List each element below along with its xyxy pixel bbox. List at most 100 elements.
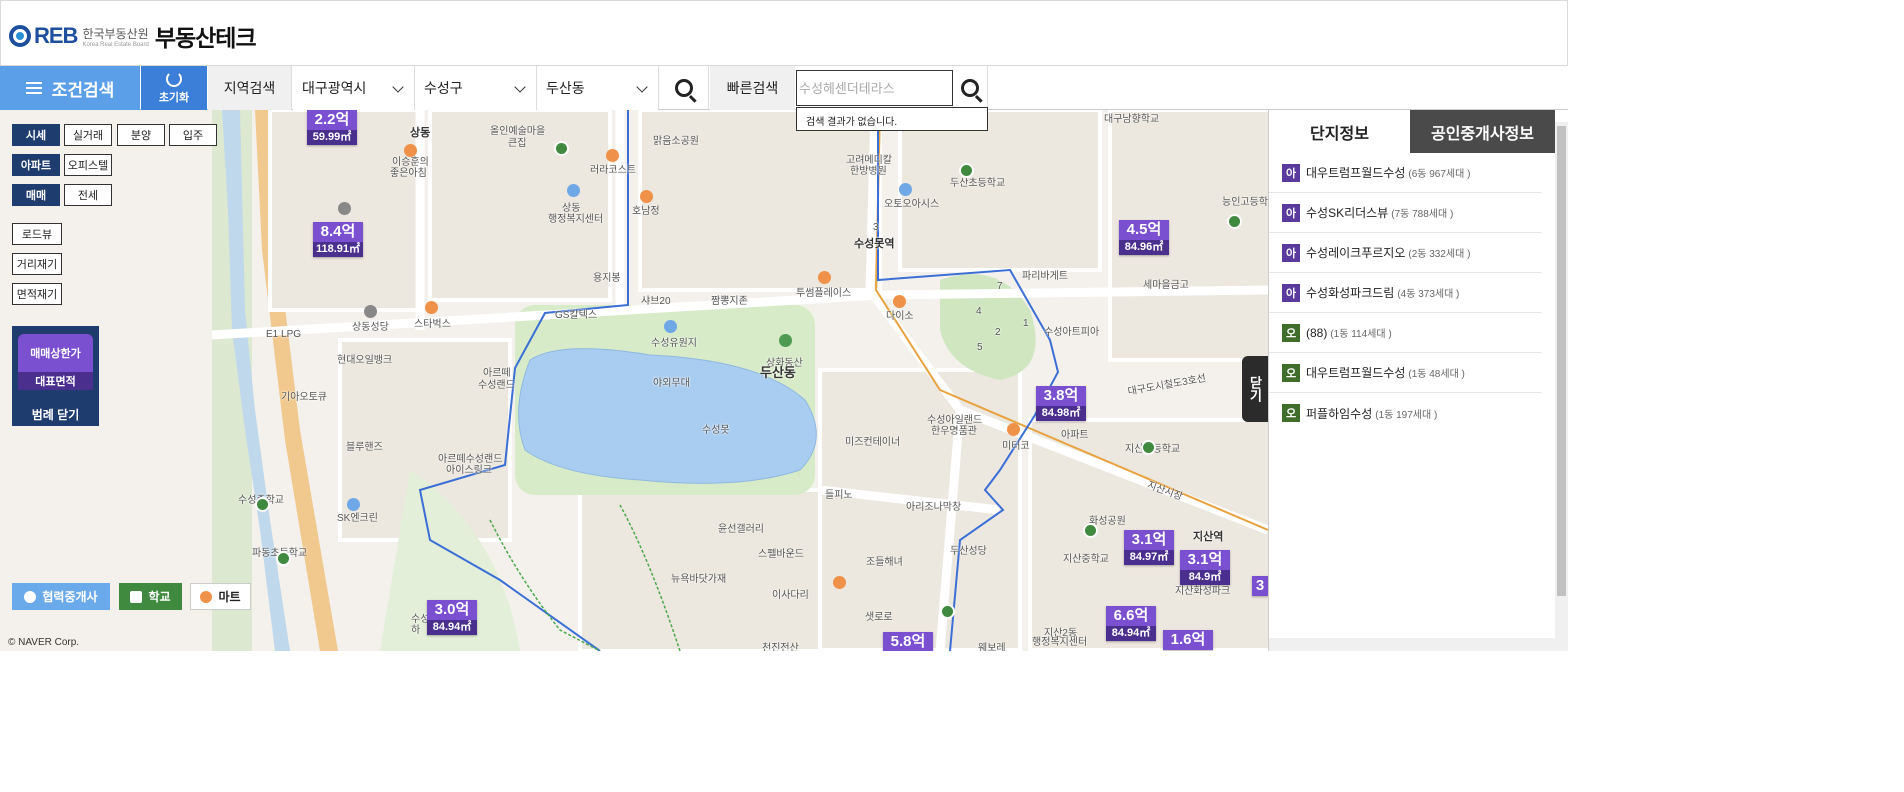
logo[interactable]: REB 한국부동산원 Korea Real Estate Board 부동산테크 (9, 21, 257, 51)
quick-search-input[interactable] (796, 70, 953, 106)
quick-search-button[interactable] (953, 66, 988, 110)
complex-list-item[interactable]: 아 수성화성파크드림 (4동 373세대 ) (1269, 273, 1541, 313)
park-icon[interactable] (664, 320, 677, 333)
church-icon[interactable] (364, 305, 377, 318)
price-marker[interactable]: 3 (1252, 576, 1268, 596)
cafe-icon[interactable] (833, 576, 846, 589)
map-label: 한우명품관 (931, 426, 977, 437)
car-service-icon[interactable] (899, 183, 912, 196)
complex-list-item[interactable]: 아 수성레이크푸르지오 (2동 332세대 ) (1269, 233, 1541, 273)
tab-complex-info[interactable]: 단지정보 (1269, 110, 1410, 153)
panel-horizontal-scrollbar[interactable] (1269, 638, 1555, 651)
filter-presale[interactable]: 분양 (117, 124, 165, 146)
price-marker[interactable]: 3.0억 84.94㎡ (427, 600, 477, 635)
school-icon[interactable] (1227, 214, 1242, 229)
filter-market-price[interactable]: 시세 (12, 124, 60, 146)
complex-list-item[interactable]: 아 수성SK리더스뷰 (7동 788세대 ) (1269, 193, 1541, 233)
school-icon[interactable] (1083, 523, 1098, 538)
map[interactable]: 상동 올인예술마을 큰집 맑음소공원 고려메디칼 한방병원 두산초등학교 대구남… (0, 110, 1268, 651)
map-label: 행정복지센터 (1032, 637, 1088, 648)
cafe-icon[interactable] (425, 301, 438, 314)
filter-move-in[interactable]: 입주 (169, 124, 217, 146)
restaurant-icon[interactable] (1007, 423, 1020, 436)
price-marker[interactable]: 6.6억 84.94㎡ (1106, 606, 1156, 641)
map-label: 대구남향학교 (1104, 114, 1160, 125)
fuel-icon[interactable] (347, 498, 360, 511)
complex-list-item[interactable]: 아 대우트럼프월드수성 (6동 967세대 ) (1269, 153, 1541, 193)
roadview-button[interactable]: 로드뷰 (12, 223, 62, 245)
price-marker[interactable]: 4.5억 84.96㎡ (1119, 220, 1169, 255)
map-label: 조들해녀 (866, 557, 903, 568)
restaurant-icon[interactable] (606, 149, 619, 162)
park-icon[interactable] (779, 334, 792, 347)
quick-search-no-result: 검색 결과가 없습니다. (796, 107, 988, 131)
legend-area: 대표면적 (18, 372, 93, 390)
poi-icon[interactable] (338, 202, 351, 215)
panel-close-button[interactable]: 닫기 (1242, 356, 1268, 422)
map-label: 웨보레 (978, 643, 1006, 651)
filter-sale[interactable]: 매매 (12, 184, 60, 206)
measure-area-button[interactable]: 면적재기 (12, 283, 62, 305)
map-label: 1 (1023, 318, 1029, 329)
restaurant-icon[interactable] (640, 190, 653, 203)
filter-officetel[interactable]: 오피스텔 (64, 154, 112, 176)
region-search-button[interactable] (659, 66, 709, 110)
quick-search-label: 빠른검색 (710, 66, 795, 110)
apartment-badge: 아 (1282, 163, 1300, 182)
price-marker[interactable]: 1.6억 (1163, 630, 1213, 650)
map-label: 한방병원 (850, 166, 887, 177)
cafe-icon[interactable] (818, 271, 831, 284)
dong-select[interactable]: 두산동 (537, 66, 659, 110)
filter-jeonse[interactable]: 전세 (64, 184, 112, 206)
price-marker[interactable]: 3.1억 84.97㎡ (1124, 530, 1174, 565)
school-icon[interactable] (1141, 440, 1156, 455)
school-icon[interactable] (959, 163, 974, 178)
refresh-icon (166, 71, 182, 87)
logo-korean: 한국부동산원 (82, 26, 149, 41)
school-toggle-button[interactable]: 학교 (119, 583, 182, 610)
tab-broker-info[interactable]: 공인중개사정보 (1410, 110, 1555, 153)
filter-actual-deal[interactable]: 실거래 (64, 124, 112, 146)
complex-list-item[interactable]: 오 대우트럼프월드수성 (1동 48세대 ) (1269, 353, 1541, 393)
filter-apartment[interactable]: 아파트 (12, 154, 60, 176)
chevron-down-icon (392, 81, 404, 93)
school-icon[interactable] (255, 497, 270, 512)
mart-toggle-button[interactable]: 마트 (190, 583, 251, 610)
price-marker[interactable]: 8.4억 118.91㎡ (313, 222, 363, 257)
district-select[interactable]: 수성구 (415, 66, 537, 110)
price-marker[interactable]: 3.8억 84.98㎡ (1036, 386, 1086, 421)
logo-icon (9, 25, 31, 47)
restaurant-icon[interactable] (404, 144, 417, 157)
price-marker[interactable]: 3.1억 84.9㎡ (1180, 550, 1230, 585)
map-label: 두산성당 (950, 546, 987, 557)
school-icon[interactable] (276, 551, 291, 566)
school-icon[interactable] (940, 604, 955, 619)
map-label: 좋은아침 (390, 168, 427, 179)
price-marker[interactable]: 2.2억 59.99㎡ (307, 110, 357, 145)
school-icon[interactable] (554, 141, 569, 156)
condition-search-button[interactable]: 조건검색 (0, 66, 140, 110)
legend-close-button[interactable]: 범례 닫기 (12, 402, 99, 426)
map-label: 4 (976, 306, 982, 317)
map-label: GS칼텍스 (555, 310, 598, 321)
office-icon[interactable] (567, 184, 580, 197)
legend: 매매상한가 대표면적 범례 닫기 (12, 326, 99, 426)
price-marker[interactable]: 5.8억 (883, 632, 933, 651)
map-label: 두산초등학교 (950, 178, 1006, 189)
map-label: 아이스링크 (446, 465, 492, 476)
map-label: 기아오토큐 (281, 392, 327, 403)
reset-button[interactable]: 초기화 (141, 66, 207, 110)
map-label: 큰집 (508, 138, 527, 149)
scrollbar-thumb[interactable] (1557, 126, 1566, 596)
menu-icon (25, 82, 42, 94)
city-select[interactable]: 대구광역시 (293, 66, 415, 110)
map-label: 천진전산 (762, 643, 799, 651)
shopping-icon[interactable] (893, 295, 906, 308)
panel-scrollbar[interactable] (1555, 122, 1568, 651)
map-label: 5 (977, 342, 983, 353)
measure-distance-button[interactable]: 거리재기 (12, 253, 62, 275)
complex-list-item[interactable]: 오 퍼플하임수성 (1동 197세대 ) (1269, 393, 1541, 433)
map-label: 상동 (410, 127, 431, 139)
complex-list-item[interactable]: 오 (88) (1동 114세대 ) (1269, 313, 1541, 353)
broker-toggle-button[interactable]: 협력중개사 (12, 583, 110, 610)
